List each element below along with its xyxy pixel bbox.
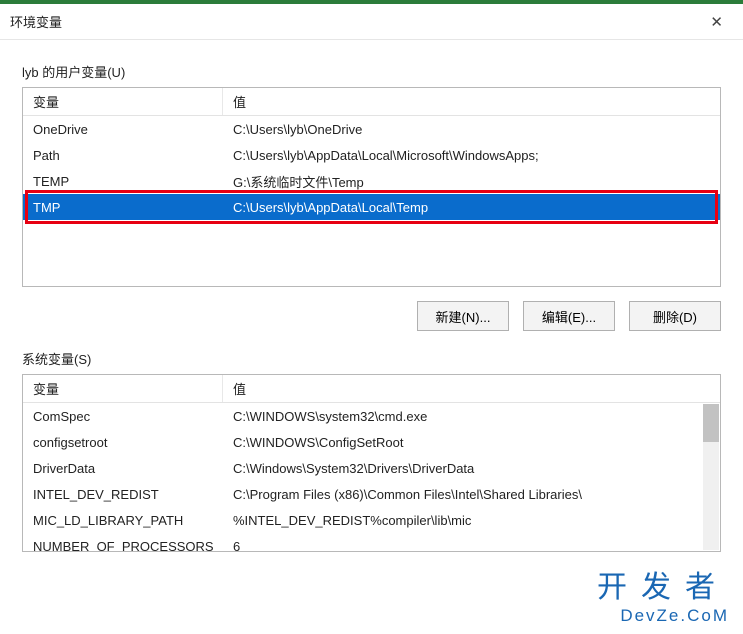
titlebar: 环境变量 ✕ [0, 4, 743, 40]
edit-button[interactable]: 编辑(E)... [523, 301, 615, 331]
table-row[interactable]: TEMPG:\系统临时文件\Temp [23, 168, 720, 194]
table-row[interactable]: TMPC:\Users\lyb\AppData\Local\Temp [23, 194, 720, 220]
cell-variable: TEMP [23, 174, 223, 189]
cell-variable: INTEL_DEV_REDIST [23, 487, 223, 502]
table-row[interactable]: OneDriveC:\Users\lyb\OneDrive [23, 116, 720, 142]
table-row[interactable]: PathC:\Users\lyb\AppData\Local\Microsoft… [23, 142, 720, 168]
cell-variable: MIC_LD_LIBRARY_PATH [23, 513, 223, 528]
cell-variable: Path [23, 148, 223, 163]
cell-variable: configsetroot [23, 435, 223, 450]
user-buttons-row: 新建(N)... 编辑(E)... 删除(D) [22, 301, 721, 331]
table-row[interactable]: INTEL_DEV_REDISTC:\Program Files (x86)\C… [23, 481, 720, 507]
cell-variable: ComSpec [23, 409, 223, 424]
column-header-value[interactable]: 值 [223, 88, 720, 115]
environment-variables-window: 环境变量 ✕ lyb 的用户变量(U) 变量 值 OneDriveC:\User… [0, 0, 743, 634]
cell-value: G:\系统临时文件\Temp [223, 172, 720, 191]
table-row[interactable]: DriverDataC:\Windows\System32\Drivers\Dr… [23, 455, 720, 481]
new-button[interactable]: 新建(N)... [417, 301, 509, 331]
list-header: 变量 值 [23, 375, 720, 403]
system-variables-list[interactable]: 变量 值 ComSpecC:\WINDOWS\system32\cmd.exec… [22, 374, 721, 552]
user-variables-list[interactable]: 变量 值 OneDriveC:\Users\lyb\OneDrivePathC:… [22, 87, 721, 287]
scrollbar-thumb[interactable] [703, 404, 719, 442]
cell-variable: OneDrive [23, 122, 223, 137]
column-header-value[interactable]: 值 [223, 375, 720, 402]
cell-value: %INTEL_DEV_REDIST%compiler\lib\mic [223, 513, 720, 528]
table-row[interactable]: ComSpecC:\WINDOWS\system32\cmd.exe [23, 403, 720, 429]
cell-value: C:\WINDOWS\ConfigSetRoot [223, 435, 720, 450]
scrollbar[interactable] [703, 404, 719, 550]
cell-value: C:\Program Files (x86)\Common Files\Inte… [223, 487, 720, 502]
table-row[interactable]: NUMBER_OF_PROCESSORS6 [23, 533, 720, 551]
user-variables-body: OneDriveC:\Users\lyb\OneDrivePathC:\User… [23, 116, 720, 286]
cell-variable: NUMBER_OF_PROCESSORS [23, 539, 223, 552]
list-header: 变量 值 [23, 88, 720, 116]
column-header-variable[interactable]: 变量 [23, 375, 223, 402]
cell-value: 6 [223, 539, 720, 552]
cell-value: C:\Windows\System32\Drivers\DriverData [223, 461, 720, 476]
window-content: lyb 的用户变量(U) 变量 值 OneDriveC:\Users\lyb\O… [0, 40, 743, 634]
table-row[interactable]: MIC_LD_LIBRARY_PATH%INTEL_DEV_REDIST%com… [23, 507, 720, 533]
close-icon[interactable]: ✕ [700, 9, 733, 35]
cell-value: C:\Users\lyb\OneDrive [223, 122, 720, 137]
window-title: 环境变量 [10, 12, 700, 31]
cell-variable: DriverData [23, 461, 223, 476]
table-row[interactable]: configsetrootC:\WINDOWS\ConfigSetRoot [23, 429, 720, 455]
cell-variable: TMP [23, 200, 223, 215]
cell-value: C:\WINDOWS\system32\cmd.exe [223, 409, 720, 424]
delete-button[interactable]: 删除(D) [629, 301, 721, 331]
cell-value: C:\Users\lyb\AppData\Local\Microsoft\Win… [223, 148, 720, 163]
cell-value: C:\Users\lyb\AppData\Local\Temp [223, 200, 720, 215]
system-variables-label: 系统变量(S) [22, 349, 721, 368]
system-variables-body: ComSpecC:\WINDOWS\system32\cmd.execonfig… [23, 403, 720, 551]
column-header-variable[interactable]: 变量 [23, 88, 223, 115]
user-variables-label: lyb 的用户变量(U) [22, 62, 721, 81]
